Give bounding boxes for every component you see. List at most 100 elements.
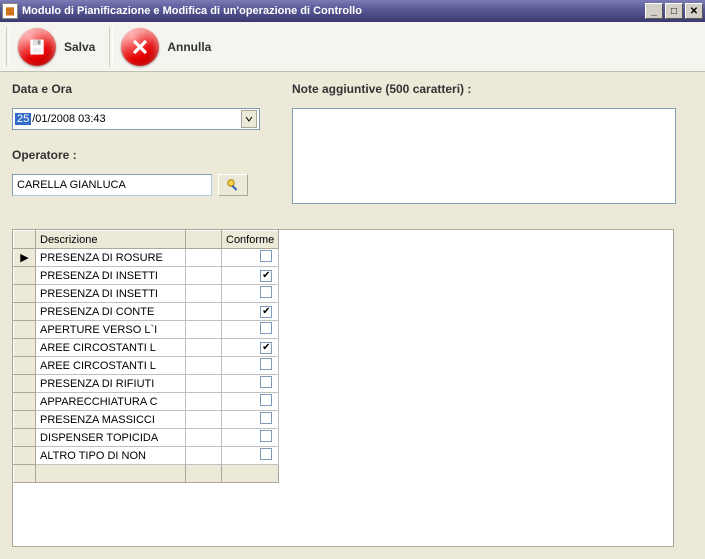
row-header[interactable] [14,321,36,339]
col-header-blank[interactable] [186,231,222,249]
cell-blank[interactable] [186,447,222,465]
cell-conforme[interactable] [222,429,279,447]
cell-desc[interactable]: APPARECCHIATURA C [36,393,186,411]
cell-blank[interactable] [186,321,222,339]
cell-desc[interactable]: DISPENSER TOPICIDA [36,429,186,447]
table-row[interactable]: PRESENZA MASSICCI [14,411,279,429]
cancel-button[interactable]: Annulla [119,26,219,68]
table-row[interactable]: PRESENZA DI INSETTI [14,285,279,303]
table-row[interactable]: ▶PRESENZA DI ROSURE [14,249,279,267]
row-header[interactable] [14,447,36,465]
notes-field[interactable] [292,108,676,204]
checkbox[interactable]: ✔ [260,306,272,318]
cell-conforme[interactable] [222,447,279,465]
table-row[interactable]: PRESENZA DI RIFIUTI [14,375,279,393]
table-row[interactable]: DISPENSER TOPICIDA [14,429,279,447]
grid-corner[interactable] [14,231,36,249]
operator-field[interactable] [12,174,212,196]
checkbox[interactable] [260,358,272,370]
cell-conforme[interactable] [222,285,279,303]
table-row[interactable]: PRESENZA DI CONTE ✔ [14,303,279,321]
checkbox[interactable] [260,322,272,334]
cell-conforme[interactable] [222,411,279,429]
cell-desc[interactable]: APERTURE VERSO L`I [36,321,186,339]
cell-blank[interactable] [186,357,222,375]
cell-conforme[interactable] [222,249,279,267]
save-label: Salva [64,40,95,54]
cancel-label: Annulla [167,40,211,54]
row-header[interactable] [14,411,36,429]
table-row-empty [14,465,279,483]
col-header-desc[interactable]: Descrizione [36,231,186,249]
date-rest: /01/2008 03:43 [31,113,106,125]
cell-blank[interactable] [186,267,222,285]
cell-conforme[interactable] [222,393,279,411]
checkbox[interactable] [260,412,272,424]
table-row[interactable]: PRESENZA DI INSETTI ✔ [14,267,279,285]
maximize-button[interactable]: □ [665,3,683,19]
row-header[interactable] [14,339,36,357]
cell-blank[interactable] [186,411,222,429]
cell-conforme[interactable] [222,321,279,339]
row-header[interactable] [14,429,36,447]
cell-conforme[interactable]: ✔ [222,267,279,285]
date-label: Data e Ora [12,82,272,96]
cancel-icon [121,28,159,66]
cell-desc[interactable]: AREE CIRCOSTANTI L [36,339,186,357]
date-dropdown-button[interactable] [241,110,257,128]
cell-blank[interactable] [186,375,222,393]
cell-desc[interactable]: PRESENZA DI RIFIUTI [36,375,186,393]
save-icon [18,28,56,66]
cell-conforme[interactable]: ✔ [222,339,279,357]
col-header-conforme[interactable]: Conforme [222,231,279,249]
row-header[interactable] [14,393,36,411]
cell-desc[interactable]: PRESENZA DI INSETTI [36,267,186,285]
cell-blank[interactable] [186,339,222,357]
cell-blank[interactable] [186,393,222,411]
cell-desc[interactable]: PRESENZA DI ROSURE [36,249,186,267]
cell-conforme[interactable]: ✔ [222,303,279,321]
checkbox[interactable] [260,250,272,262]
checkbox[interactable] [260,448,272,460]
key-icon [225,177,241,193]
window-title: Modulo di Pianificazione e Modifica di u… [22,5,645,17]
table-row[interactable]: APPARECCHIATURA C [14,393,279,411]
checkbox[interactable] [260,430,272,442]
cell-desc[interactable]: PRESENZA DI INSETTI [36,285,186,303]
checkbox[interactable]: ✔ [260,342,272,354]
cell-blank[interactable] [186,285,222,303]
checkbox[interactable] [260,394,272,406]
cell-blank[interactable] [186,303,222,321]
cell-blank[interactable] [186,429,222,447]
operator-lookup-button[interactable] [218,174,248,196]
row-header[interactable]: ▶ [14,249,36,267]
grid: Descrizione Conforme ▶PRESENZA DI ROSURE… [12,229,674,547]
cell-desc[interactable]: PRESENZA MASSICCI [36,411,186,429]
close-button[interactable]: ✕ [685,3,703,19]
row-header[interactable] [14,303,36,321]
cell-desc[interactable]: ALTRO TIPO DI NON [36,447,186,465]
checkbox[interactable]: ✔ [260,270,272,282]
minimize-button[interactable]: _ [645,3,663,19]
row-header[interactable] [14,267,36,285]
cell-desc[interactable]: AREE CIRCOSTANTI L [36,357,186,375]
toolbar: Salva Annulla [0,22,705,72]
app-icon: ▦ [2,3,18,19]
cell-desc[interactable]: PRESENZA DI CONTE [36,303,186,321]
table-row[interactable]: AREE CIRCOSTANTI L [14,357,279,375]
save-button[interactable]: Salva [16,26,103,68]
checkbox[interactable] [260,286,272,298]
cell-blank[interactable] [186,249,222,267]
checkbox[interactable] [260,376,272,388]
row-header[interactable] [14,285,36,303]
row-header[interactable] [14,375,36,393]
table-row[interactable]: ALTRO TIPO DI NON [14,447,279,465]
cell-conforme[interactable] [222,375,279,393]
row-header[interactable] [14,357,36,375]
table-row[interactable]: AREE CIRCOSTANTI L ✔ [14,339,279,357]
table-row[interactable]: APERTURE VERSO L`I [14,321,279,339]
toolbar-separator [109,27,113,67]
cell-conforme[interactable] [222,357,279,375]
toolbar-separator [6,27,10,67]
date-field[interactable]: 25/01/2008 03:43 [12,108,260,130]
